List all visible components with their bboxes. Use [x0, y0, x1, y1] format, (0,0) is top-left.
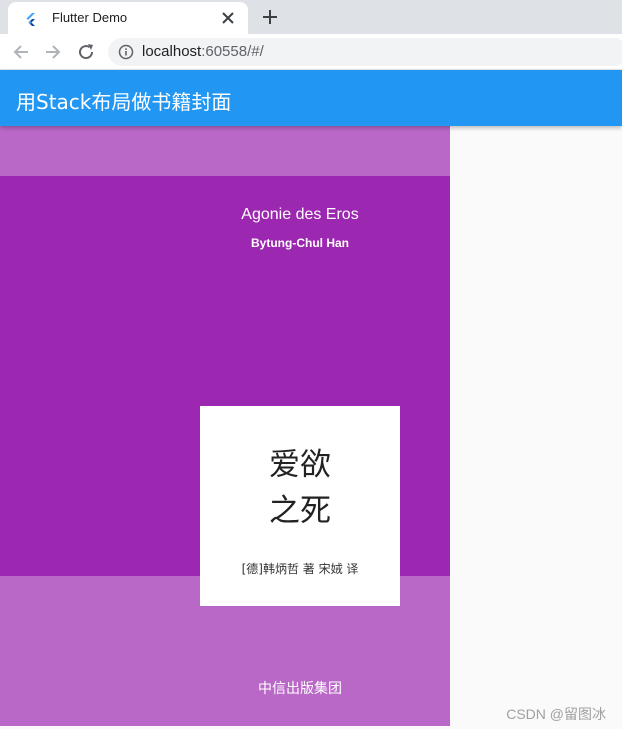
english-title: Agonie des Eros: [241, 206, 359, 223]
publisher: 中信出版集团: [258, 681, 342, 697]
chinese-title-line-1: 爱欲: [269, 447, 331, 483]
reload-icon[interactable]: [75, 41, 97, 63]
url-path: :60558/#/: [201, 43, 264, 60]
forward-arrow-icon[interactable]: [42, 41, 64, 63]
browser-toolbar: localhost:60558/#/: [0, 34, 622, 70]
tab-title: Flutter Demo: [52, 10, 128, 25]
book-cover: Agonie des Eros Bytung-Chul Han 爱欲 之死 [德…: [0, 126, 450, 726]
chinese-title-line-2: 之死: [269, 493, 331, 529]
address-bar[interactable]: localhost:60558/#/: [108, 38, 622, 66]
chinese-title: 爱欲 之死: [200, 442, 400, 534]
watermark: CSDN @留图冰: [506, 706, 606, 722]
flutter-logo-icon: [24, 11, 38, 26]
close-tab-icon[interactable]: [218, 8, 238, 28]
back-arrow-icon[interactable]: [10, 41, 32, 63]
page-title: 用Stack布局做书籍封面: [16, 90, 232, 114]
info-icon[interactable]: [118, 44, 134, 60]
browser-tab-strip: Flutter Demo: [0, 0, 622, 34]
url-host: localhost: [142, 43, 202, 60]
title-card: 爱欲 之死 [德]韩炳哲 著 宋娀 译: [200, 406, 400, 606]
url-text: localhost:60558/#/: [142, 43, 264, 60]
english-author: Bytung-Chul Han: [251, 236, 349, 250]
chinese-author: [德]韩炳哲 著 宋娀 译: [241, 562, 359, 576]
new-tab-icon[interactable]: [260, 7, 280, 27]
app-bar: 用Stack布局做书籍封面: [0, 70, 622, 126]
browser-tab[interactable]: Flutter Demo: [8, 2, 248, 34]
